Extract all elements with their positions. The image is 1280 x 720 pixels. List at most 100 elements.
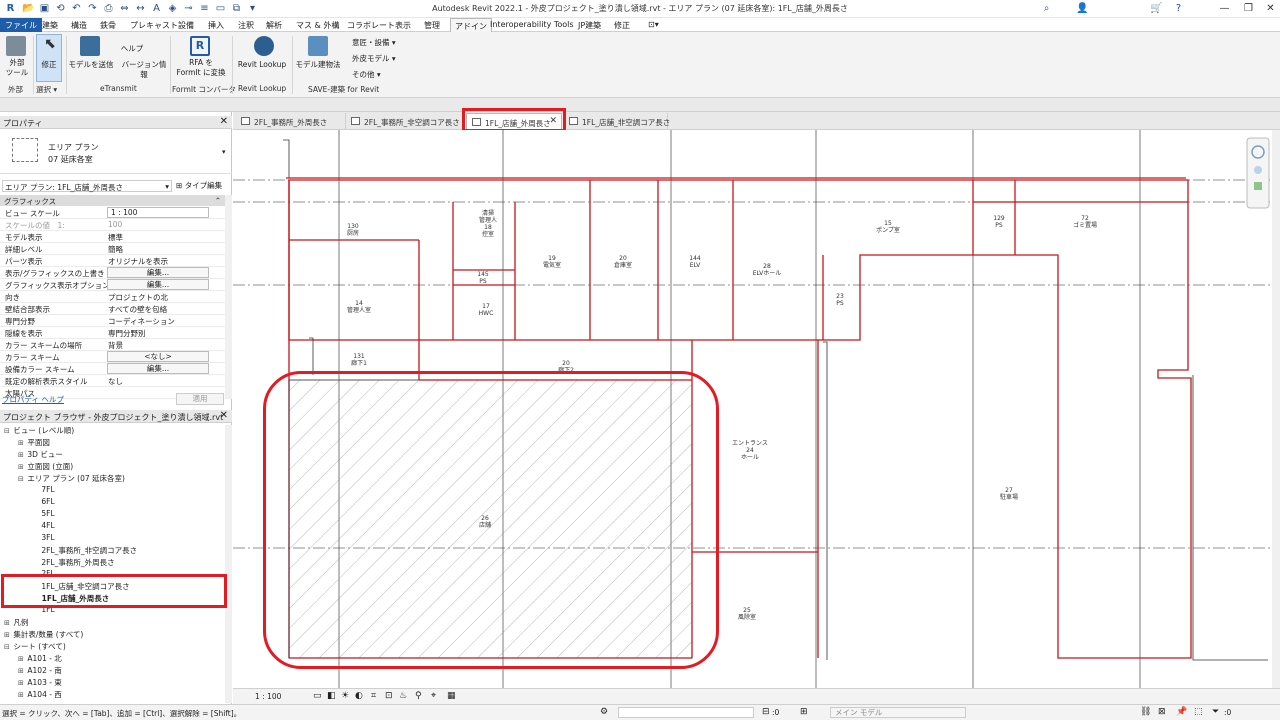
- tree-item[interactable]: 6FL: [32, 497, 54, 506]
- tree-item[interactable]: ⊞ 集計表/数量 (すべて): [4, 629, 83, 640]
- tree-item[interactable]: ⊟ エリア プラン (07 延床各室): [18, 473, 125, 484]
- view-tab-4[interactable]: 1FL_店舗_非空調コア長さ: [564, 113, 670, 129]
- tree-item[interactable]: 2FL_事務所_外周長さ: [32, 557, 114, 568]
- property-row[interactable]: 設備カラー スキーム 編集...: [0, 363, 225, 375]
- revit-lookup-button[interactable]: Revit Lookup: [234, 60, 290, 70]
- design-settings-dropdown[interactable]: 意匠・設備 ▾: [352, 38, 396, 48]
- tab-addins[interactable]: アドイン: [450, 18, 492, 32]
- expand-toggle-icon[interactable]: ⊟: [4, 643, 11, 651]
- property-value[interactable]: 1 : 100: [107, 207, 209, 218]
- version-info-button[interactable]: バージョン情報: [118, 60, 170, 80]
- room-tag[interactable]: 20 倉庫室: [614, 255, 632, 269]
- property-edit-button[interactable]: 編集...: [107, 363, 209, 374]
- close-icon[interactable]: ✕: [1264, 2, 1277, 15]
- room-tag[interactable]: 17 HWC: [479, 303, 494, 317]
- visual-style-icon[interactable]: ◧: [327, 691, 336, 701]
- tab-jp-architecture[interactable]: JP建築: [578, 20, 601, 31]
- minimize-icon[interactable]: —: [1218, 2, 1231, 15]
- graphics-section[interactable]: グラフィックス ⌃: [0, 195, 225, 206]
- tree-item[interactable]: ⊞ A101 - 北: [18, 653, 62, 664]
- tab-interoperability[interactable]: Interoperability Tools: [490, 20, 574, 29]
- sun-path-icon[interactable]: ☀: [341, 691, 349, 701]
- tab-view[interactable]: 表示: [395, 20, 411, 31]
- workset-dropdown[interactable]: [618, 707, 754, 718]
- properties-scrollbar[interactable]: [225, 195, 232, 399]
- tab-structure[interactable]: 構造: [71, 20, 87, 31]
- type-selector[interactable]: エリア プラン 07 延床各室 ▾: [0, 130, 232, 174]
- property-row[interactable]: 表示/グラフィックスの上書き 編集...: [0, 267, 225, 279]
- shadows-icon[interactable]: ◐: [355, 691, 363, 701]
- tree-item[interactable]: 4FL: [32, 521, 54, 530]
- room-tag[interactable]: 129 PS: [993, 215, 1005, 229]
- tab-insert[interactable]: 挿入: [208, 20, 224, 31]
- property-row[interactable]: カラー スキームの場所 背景: [0, 339, 225, 351]
- tree-item[interactable]: 5FL: [32, 509, 54, 518]
- property-row[interactable]: 隠線を表示 専門分野別: [0, 327, 225, 339]
- temp-hide-icon[interactable]: ♨: [399, 691, 407, 701]
- view-scale[interactable]: 1 : 100: [255, 692, 281, 701]
- tab-modify[interactable]: 修正: [614, 20, 630, 31]
- restore-icon[interactable]: ❐: [1242, 2, 1255, 15]
- tree-item[interactable]: ⊞ A103 - 東: [18, 677, 62, 688]
- room-tag[interactable]: 144 ELV: [689, 255, 701, 269]
- expand-toggle-icon[interactable]: ⊞: [18, 463, 25, 471]
- canvas-scrollbar[interactable]: [1272, 130, 1280, 688]
- room-tag[interactable]: 131 廊下1: [351, 353, 367, 367]
- edit-type-button[interactable]: ⊞ タイプ編集: [176, 180, 222, 191]
- room-tag[interactable]: 25 風除室: [738, 607, 756, 621]
- tab-options-icon[interactable]: ⊡▾: [648, 20, 659, 29]
- property-row[interactable]: グラフィックス表示オプション 編集...: [0, 279, 225, 291]
- tree-item[interactable]: 2FL_事務所_非空調コア長さ: [32, 545, 137, 556]
- property-row[interactable]: ビュー スケール 1 : 100: [0, 207, 225, 219]
- reveal-hidden-icon[interactable]: ⚲: [415, 691, 422, 701]
- expand-toggle-icon[interactable]: ⊞: [18, 451, 25, 459]
- group-select[interactable]: 選択 ▾: [36, 84, 57, 95]
- tab-collaborate[interactable]: コラボレート: [347, 20, 395, 31]
- help-button[interactable]: ヘルプ: [120, 44, 144, 54]
- tree-item[interactable]: ⊞ 立面図 (立面): [18, 461, 73, 472]
- editable-only-icon[interactable]: ⊟: [762, 707, 770, 717]
- design-option-dropdown[interactable]: メイン モデル: [830, 707, 966, 718]
- design-options-icon[interactable]: ⊞: [800, 707, 808, 717]
- tree-item[interactable]: ⊞ 平面図: [18, 437, 50, 448]
- room-tag[interactable]: 72 ゴミ置場: [1073, 215, 1097, 229]
- tab-massing[interactable]: マス & 外構: [296, 20, 339, 31]
- expand-toggle-icon[interactable]: ⊞: [18, 691, 25, 699]
- expand-toggle-icon[interactable]: ⊞: [18, 667, 25, 675]
- expand-toggle-icon[interactable]: ⊞: [4, 619, 11, 627]
- worksets-icon[interactable]: ⚙: [600, 707, 608, 717]
- modify-button[interactable]: 修正: [38, 60, 60, 70]
- tab-manage[interactable]: 管理: [424, 20, 440, 31]
- room-tag[interactable]: 19 電気室: [543, 255, 561, 269]
- tree-item[interactable]: 7FL: [32, 485, 54, 494]
- cart-icon[interactable]: 🛒: [1150, 2, 1163, 15]
- search-icon[interactable]: ⌕: [1040, 2, 1053, 15]
- tree-item[interactable]: ⊞ A104 - 西: [18, 689, 62, 700]
- select-underlay-icon[interactable]: ⊠: [1158, 707, 1166, 717]
- property-row[interactable]: 既定の解析表示スタイル なし: [0, 375, 225, 387]
- expand-toggle-icon[interactable]: ⊞: [18, 679, 25, 687]
- room-tag[interactable]: エントランス 24 ホール: [732, 440, 768, 461]
- tree-item[interactable]: ⊞ 凡例: [4, 617, 28, 628]
- crop-view-icon[interactable]: ⌗: [371, 691, 376, 701]
- tree-item[interactable]: ⊞ A102 - 南: [18, 665, 62, 676]
- close-icon[interactable]: ✕: [220, 410, 228, 421]
- room-tag[interactable]: 14 管理人室: [347, 300, 371, 314]
- others-dropdown[interactable]: その他 ▾: [352, 70, 381, 80]
- instance-selector[interactable]: エリア プラン: 1FL_店舗_外周長さ ▾: [2, 180, 172, 192]
- property-row[interactable]: スケールの値 1: 100: [0, 219, 225, 231]
- tab-file[interactable]: ファイル: [0, 18, 42, 32]
- envelope-model-dropdown[interactable]: 外皮モデル ▾: [352, 54, 396, 64]
- tab-precast[interactable]: プレキャスト: [130, 20, 178, 31]
- expand-toggle-icon[interactable]: ⊞: [4, 631, 11, 639]
- property-row[interactable]: モデル表示 標準: [0, 231, 225, 243]
- rfa-convert-button[interactable]: RFA を FormIt に変換: [172, 58, 230, 78]
- property-row[interactable]: カラー スキーム <なし>: [0, 351, 225, 363]
- select-pinned-icon[interactable]: 📌: [1176, 707, 1187, 717]
- property-edit-button[interactable]: 編集...: [107, 279, 209, 290]
- select-links-icon[interactable]: ⛓: [1140, 707, 1151, 717]
- expand-toggle-icon[interactable]: ⊟: [4, 427, 11, 435]
- drawing-canvas[interactable]: 130 厨房 清掃管理人 18 控室 19 電気室 20 倉庫室 144 ELV 28 ELVホール 15…: [233, 130, 1273, 688]
- expand-toggle-icon[interactable]: ⊟: [18, 475, 25, 483]
- external-tools-button[interactable]: 外部 ツール: [2, 58, 32, 78]
